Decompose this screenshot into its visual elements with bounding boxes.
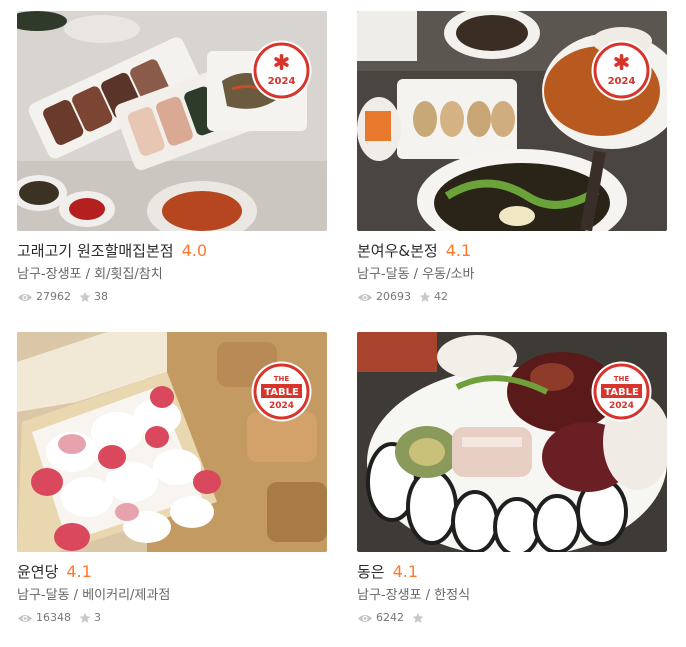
meta-separator: / — [409, 267, 423, 282]
favorite-count — [412, 612, 427, 624]
eye-icon — [18, 293, 32, 301]
restaurant-region: 남구-달동 — [17, 588, 70, 603]
badge-line2: TABLE — [264, 387, 299, 398]
favorite-count: 3 — [79, 610, 101, 626]
badge-the-table-2024-icon: THE TABLE 2024 — [591, 361, 652, 422]
restaurant-meta: 남구-달동 / 우동/소바 — [357, 265, 667, 285]
title-row: 고래고기 원조할매집본점 4.0 — [17, 240, 327, 262]
restaurant-name[interactable]: 고래고기 원조할매집본점 — [17, 242, 174, 260]
view-count-value: 6242 — [376, 611, 404, 624]
restaurant-meta: 남구-달동 / 베이커리/제과점 — [17, 586, 327, 606]
restaurant-rating: 4.0 — [181, 241, 208, 260]
star-icon — [419, 291, 431, 302]
title-row: 윤연당 4.1 — [17, 561, 327, 583]
favorite-count-value: 3 — [94, 611, 101, 624]
favorite-count: 42 — [419, 289, 448, 305]
restaurant-rating: 4.1 — [392, 562, 419, 581]
restaurant-category: 회/횟집/참치 — [94, 267, 163, 282]
restaurant-region: 남구-장생포 — [357, 588, 422, 603]
eye-icon — [18, 614, 32, 622]
restaurant-name[interactable]: 동은 — [357, 563, 385, 581]
view-count: 20693 — [357, 289, 411, 305]
meta-separator: / — [421, 588, 435, 603]
view-count-value: 20693 — [376, 290, 411, 303]
restaurant-meta: 남구-장생포 / 회/횟집/참치 — [17, 265, 327, 285]
restaurant-stats: 6242 — [357, 610, 667, 626]
title-row: 본여우&본정 4.1 — [357, 240, 667, 262]
favorite-count-value: 38 — [94, 290, 108, 303]
badge-line1: THE — [274, 375, 290, 383]
title-row: 동은 4.1 — [357, 561, 667, 583]
restaurant-category: 우동/소바 — [422, 267, 475, 282]
badge-year: 2024 — [268, 76, 296, 87]
restaurant-category: 한정식 — [434, 588, 471, 603]
badge-the-table-2024-icon: THE TABLE 2024 — [251, 361, 312, 422]
badge-year: 2024 — [269, 401, 294, 411]
restaurant-category: 베이커리/제과점 — [82, 588, 171, 603]
restaurant-stats: 16348 3 — [17, 610, 327, 626]
badge-star-2024-icon: 2024 — [591, 40, 652, 101]
eye-icon — [358, 293, 372, 301]
restaurant-stats: 20693 42 — [357, 289, 667, 305]
restaurant-name[interactable]: 본여우&본정 — [357, 242, 438, 260]
badge-year: 2024 — [608, 76, 636, 87]
restaurant-meta: 남구-장생포 / 한정식 — [357, 586, 667, 606]
restaurant-region: 남구-장생포 — [17, 267, 82, 282]
restaurant-photo[interactable]: THE TABLE 2024 — [17, 332, 327, 552]
view-count: 16348 — [17, 610, 71, 626]
restaurant-card[interactable]: 2024 고래고기 원조할매집본점 4.0 남구-장생포 / 회/횟집/참치 27… — [17, 11, 327, 305]
star-icon — [79, 612, 91, 623]
badge-star-2024-icon: 2024 — [251, 40, 312, 101]
restaurant-region: 남구-달동 — [357, 267, 410, 282]
view-count: 27962 — [17, 289, 71, 305]
restaurant-rating: 4.1 — [66, 562, 92, 581]
view-count-value: 16348 — [36, 611, 71, 624]
view-count-value: 27962 — [36, 290, 71, 303]
restaurant-photo[interactable]: 2024 — [357, 11, 667, 231]
eye-icon — [358, 614, 372, 622]
restaurant-card[interactable]: 2024 본여우&본정 4.1 남구-달동 / 우동/소바 20693 42 — [357, 11, 667, 305]
view-count: 6242 — [357, 610, 404, 626]
badge-line2: TABLE — [604, 387, 639, 398]
restaurant-card[interactable]: THE TABLE 2024 동은 4.1 남구-장생포 / 한정식 6242 — [357, 332, 667, 626]
meta-separator: / — [69, 588, 83, 603]
restaurant-name[interactable]: 윤연당 — [17, 563, 58, 581]
restaurant-photo[interactable]: 2024 — [17, 11, 327, 231]
badge-year: 2024 — [609, 401, 634, 411]
star-icon — [412, 612, 424, 623]
badge-line1: THE — [614, 375, 630, 383]
restaurant-card[interactable]: THE TABLE 2024 윤연당 4.1 남구-달동 / 베이커리/제과점 1… — [17, 332, 327, 626]
favorite-count-value: 42 — [434, 290, 448, 303]
meta-separator: / — [81, 267, 95, 282]
favorite-count: 38 — [79, 289, 108, 305]
restaurant-stats: 27962 38 — [17, 289, 327, 305]
restaurant-rating: 4.1 — [445, 241, 472, 260]
star-icon — [79, 291, 91, 302]
restaurant-photo[interactable]: THE TABLE 2024 — [357, 332, 667, 552]
